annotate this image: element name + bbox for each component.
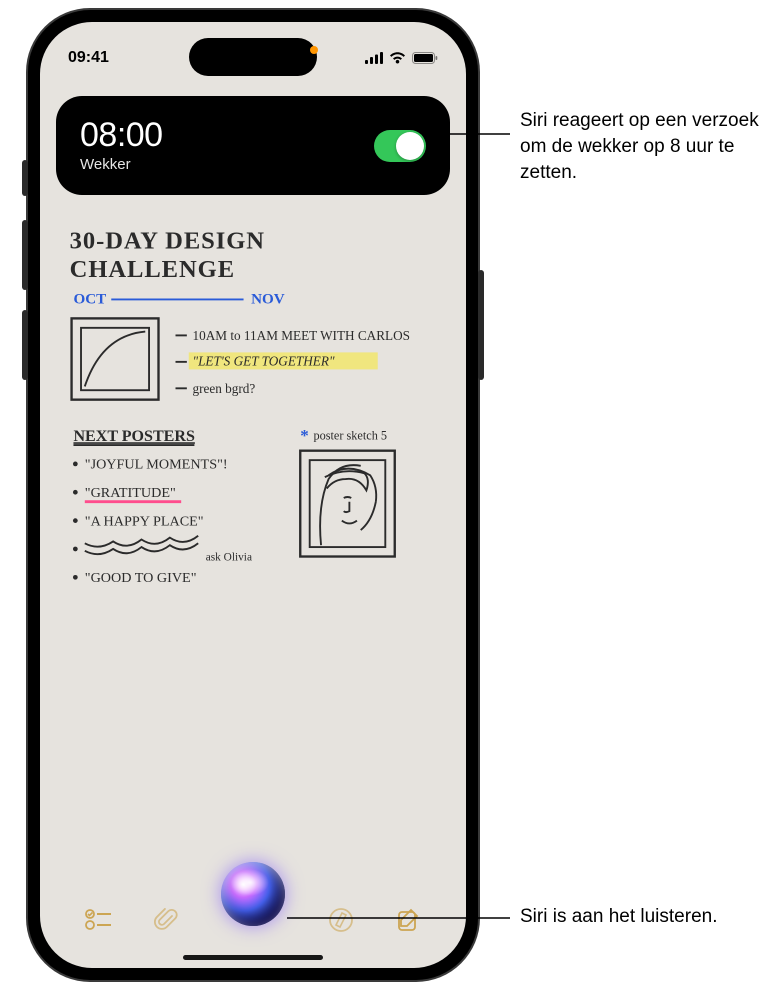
siri-alarm-notification[interactable]: 08:00 Wekker	[56, 96, 450, 195]
home-indicator[interactable]	[183, 955, 323, 960]
notification-content: 08:00 Wekker	[80, 118, 163, 173]
alarm-label: Wekker	[80, 156, 163, 173]
callout-alarm: Siri reageert op een verzoek om de wekke…	[520, 108, 770, 187]
siri-orb-icon[interactable]	[221, 862, 285, 926]
toggle-knob	[396, 132, 424, 160]
recording-indicator-icon	[310, 46, 318, 54]
status-icons	[365, 52, 438, 64]
dynamic-island[interactable]	[189, 38, 317, 76]
alarm-toggle[interactable]	[374, 130, 426, 162]
status-time: 09:41	[68, 49, 109, 67]
alarm-time: 08:00	[80, 118, 163, 152]
callout-listening: Siri is aan het luisteren.	[520, 904, 718, 930]
cellular-icon	[365, 52, 383, 64]
wifi-icon	[389, 52, 406, 64]
battery-icon	[412, 52, 438, 64]
